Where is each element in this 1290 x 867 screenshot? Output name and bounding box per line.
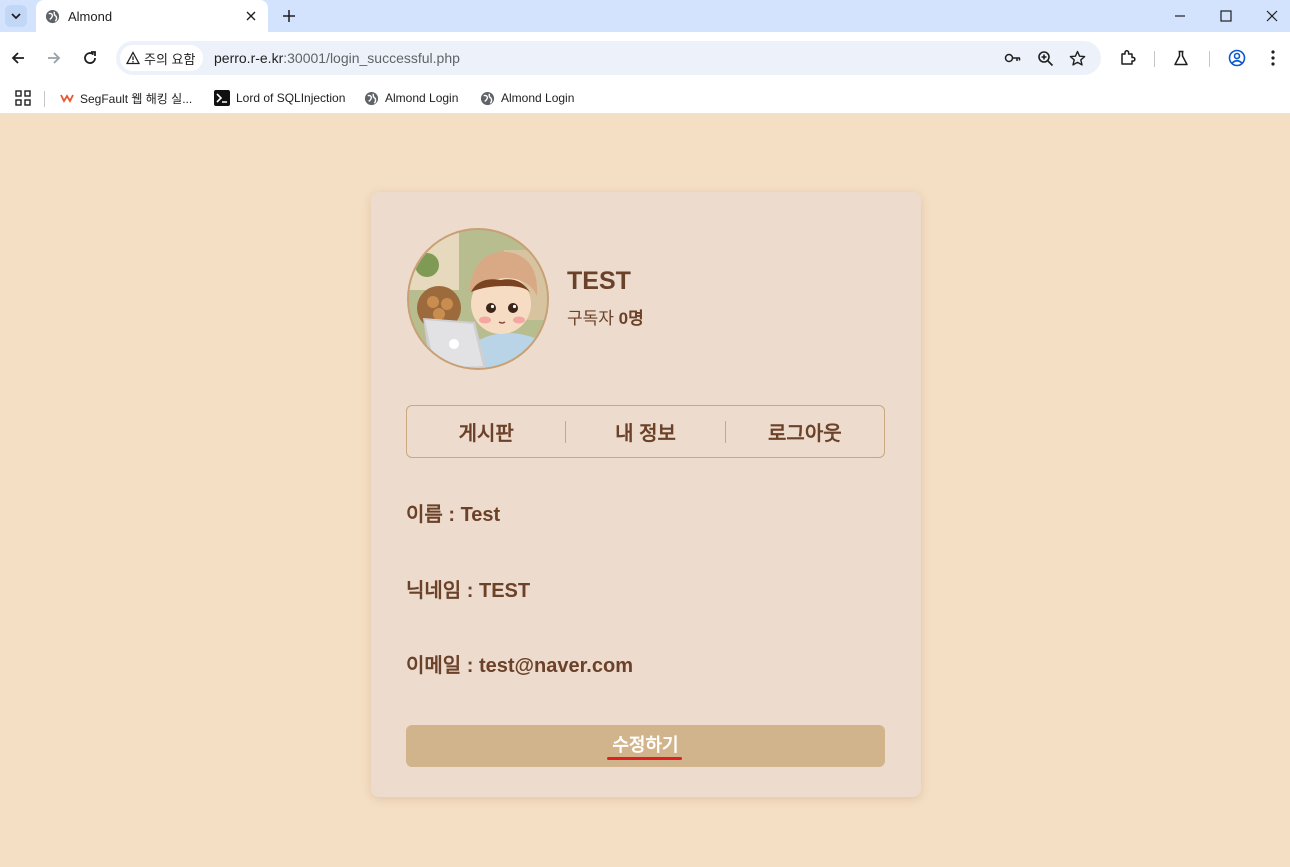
profile-username: TEST [567,267,631,295]
toolbar-divider [1209,51,1210,67]
bookmark-item[interactable]: Almond Login [364,87,458,109]
profile-button[interactable] [1225,46,1249,70]
tab-title: Almond [68,9,113,24]
url-host: perro.r-e.kr [214,50,284,66]
apps-grid-icon [15,90,31,106]
star-icon [1069,50,1085,66]
minimize-button[interactable] [1168,4,1192,28]
info-nickname: 닉네임 : TEST [406,580,531,602]
maximize-icon [1220,10,1232,22]
close-icon [246,11,256,21]
reload-icon [84,51,96,64]
bookmark-label: Lord of SQLInjection [236,91,346,105]
more-vert-icon [1271,50,1275,66]
bookmark-label: Almond Login [501,91,575,105]
close-icon [1266,10,1278,22]
security-chip[interactable]: 주의 요함 [120,45,204,71]
reload-button[interactable] [78,46,102,70]
info-email: 이메일 : test@naver.com [406,655,633,677]
info-name: 이름 : Test [406,504,501,526]
url-path: :30001/login_successful.php [283,50,460,66]
menu-logout-link[interactable]: 로그아웃 [726,417,884,446]
minimize-icon [1175,15,1185,17]
address-bar[interactable]: 주의 요함 perro.r-e.kr:30001/login_successfu… [116,41,1101,75]
key-icon [1004,53,1021,63]
new-tab-button[interactable] [278,5,300,27]
apps-button[interactable] [13,88,33,108]
menu-board-link[interactable]: 게시판 [407,417,565,446]
segfault-icon [60,94,74,103]
url-text[interactable]: perro.r-e.kr:30001/login_successful.php [214,50,460,66]
avatar-illustration [409,230,547,368]
browser-tab-active[interactable]: Almond [36,0,268,32]
toolbar-divider [1154,51,1155,67]
browser-toolbar: 주의 요함 perro.r-e.kr:30001/login_successfu… [0,32,1290,84]
bookmark-star-button[interactable] [1067,48,1087,68]
tab-search-button[interactable] [5,5,27,27]
bookmark-label: SegFault 웹 해킹 실... [80,91,193,106]
maximize-button[interactable] [1214,4,1238,28]
bookmark-item[interactable]: Lord of SQLInjection [214,87,345,109]
globe-icon [45,9,60,24]
avatar [407,228,549,370]
warning-icon [126,51,140,65]
labs-button[interactable] [1169,46,1193,70]
profile-menu: 게시판 내 정보 로그아웃 [406,405,885,458]
flask-icon [1174,50,1188,66]
menu-my-info-link[interactable]: 내 정보 [566,417,724,446]
edit-profile-button[interactable]: 수정하기 [406,725,885,767]
terminal-icon [214,90,230,106]
profile-card: TEST 구독자 0명 게시판 내 정보 로그아웃 이름 : Test 닉네임 … [371,192,921,797]
extensions-button[interactable] [1116,46,1140,70]
globe-icon [364,91,379,105]
bookmark-item[interactable]: SegFault 웹 해킹 실... [60,87,192,109]
zoom-button[interactable] [1035,48,1055,68]
arrow-left-icon [11,52,24,64]
security-label: 주의 요함 [144,51,196,67]
tab-strip: Almond [0,0,1290,32]
bookmark-item[interactable]: Almond Login [480,87,574,109]
chevron-down-icon [11,13,21,20]
plus-icon [283,10,295,22]
forward-button[interactable] [42,46,66,70]
subscribers-label: 구독자 [567,309,614,328]
zoom-in-icon [1037,50,1053,66]
bookmarks-divider [44,91,45,107]
highlight-underline [607,757,682,760]
globe-icon [480,91,495,105]
account-circle-icon [1228,49,1246,67]
bookmarks-bar: SegFault 웹 해킹 실... Lord of SQLInjection … [0,84,1290,114]
close-window-button[interactable] [1260,4,1284,28]
subscribers-value: 0명 [618,309,644,328]
bookmark-label: Almond Login [385,91,459,105]
tab-close-button[interactable] [242,7,260,25]
arrow-right-icon [48,52,61,64]
password-key-button[interactable] [1003,48,1023,68]
subscriber-count: 구독자 0명 [567,304,644,329]
puzzle-icon [1121,49,1136,65]
edit-button-label: 수정하기 [612,735,679,755]
back-button[interactable] [6,46,30,70]
menu-button[interactable] [1261,46,1285,70]
